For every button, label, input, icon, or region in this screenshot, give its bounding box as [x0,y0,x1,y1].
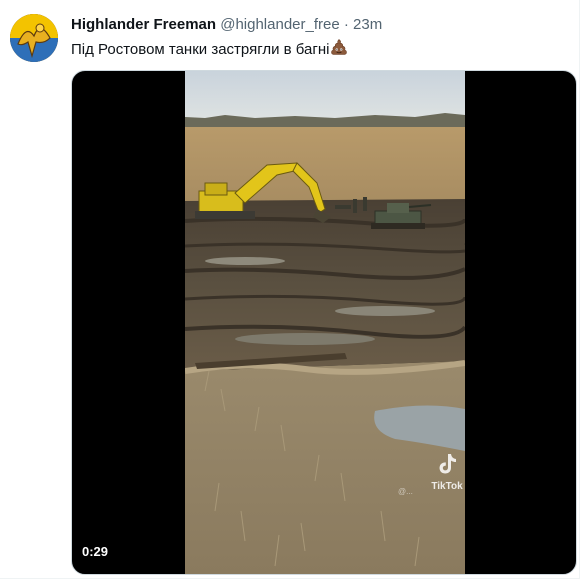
yellow-angel-icon [10,14,58,62]
author-avatar[interactable] [10,14,58,62]
tiktok-username: @... [398,487,413,496]
pile-of-poo-icon [330,38,348,62]
video-player[interactable]: TikTok @... 0:29 [71,70,577,575]
video-frame[interactable] [185,71,465,574]
author-handle[interactable]: @highlander_free [220,16,339,33]
header-separator: · [343,16,349,33]
video-still-image [185,71,465,574]
tweet-card[interactable]: Highlander Freeman @highlander_free · 23… [0,0,580,579]
tweet-text: Під Ростовом танки застрягли в багні [71,38,348,62]
tiktok-label: TikTok [431,481,463,492]
author-display-name[interactable]: Highlander Freeman [71,16,216,33]
tiktok-watermark: TikTok [427,452,467,493]
tweet-text-content: Під Ростовом танки застрягли в багні [71,41,330,58]
tweet-header: Highlander Freeman @highlander_free · 23… [71,15,382,35]
tiktok-logo-icon [439,454,456,474]
tweet-timestamp[interactable]: 23m [353,16,382,33]
video-duration: 0:29 [82,544,109,559]
